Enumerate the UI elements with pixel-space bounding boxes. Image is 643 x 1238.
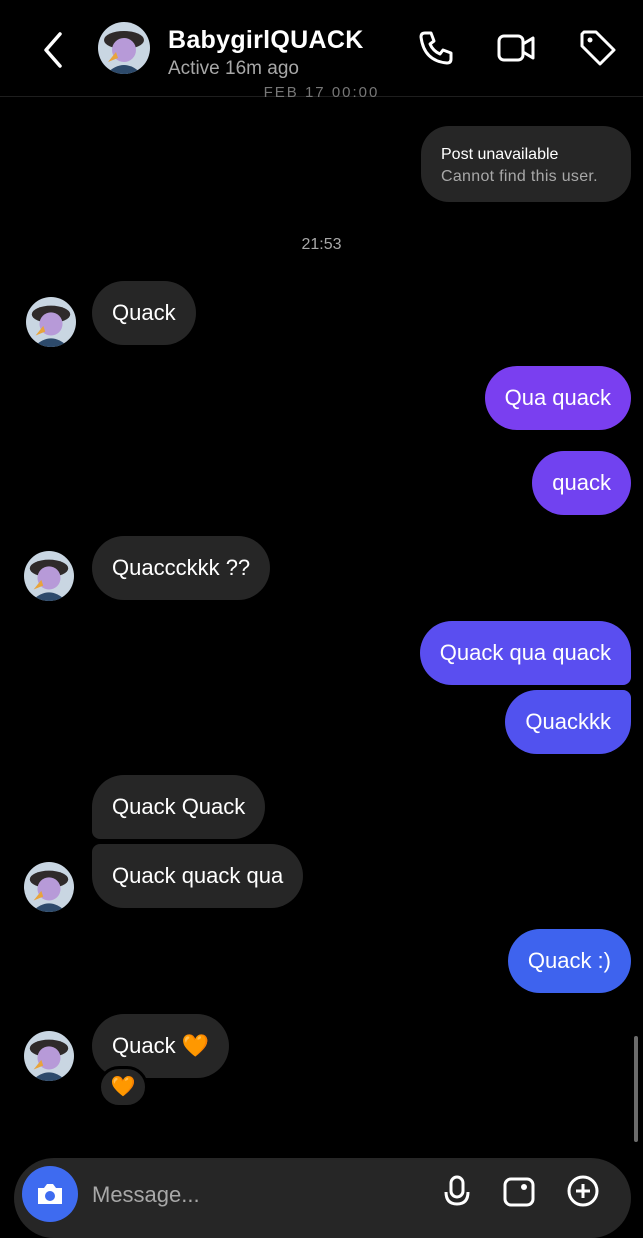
post-card-subtitle: Cannot find this user.: [441, 168, 598, 185]
contact-avatar[interactable]: [98, 22, 150, 74]
sender-avatar[interactable]: [24, 1031, 74, 1081]
chat-header: BabygirlQUACK Active 16m ago: [0, 0, 643, 97]
sender-avatar[interactable]: [24, 551, 74, 601]
camera-button[interactable]: [22, 1166, 78, 1222]
incoming-message[interactable]: Quaccckkk ??: [92, 536, 271, 600]
post-card-title: Post unavailable: [441, 146, 559, 163]
plus-circle-icon[interactable]: [566, 1174, 600, 1208]
phone-icon[interactable]: [416, 28, 456, 68]
video-camera-icon[interactable]: [496, 28, 536, 68]
scrollbar[interactable]: [634, 1036, 638, 1142]
incoming-message[interactable]: Quack Quack: [92, 775, 266, 839]
orange-heart-icon: 🧡: [110, 1076, 136, 1098]
partial-timestamp: FEB 17 00:00: [263, 84, 380, 101]
unavailable-post-card[interactable]: Post unavailable Cannot find this user.: [421, 126, 631, 202]
contact-active-status: Active 16m ago: [168, 58, 299, 79]
message-input[interactable]: Message...: [92, 1182, 200, 1208]
incoming-message[interactable]: Quack quack qua: [92, 844, 304, 908]
outgoing-message[interactable]: quack: [532, 451, 631, 515]
back-chevron-icon[interactable]: [36, 30, 70, 70]
tag-icon[interactable]: [578, 28, 618, 68]
outgoing-message[interactable]: Quack qua quack: [419, 621, 631, 685]
camera-icon: [38, 1184, 62, 1204]
sender-avatar[interactable]: [24, 862, 74, 912]
gallery-icon[interactable]: [502, 1174, 536, 1208]
microphone-icon[interactable]: [440, 1174, 474, 1208]
incoming-message[interactable]: Quack: [92, 281, 196, 345]
outgoing-message[interactable]: Quack :): [507, 929, 631, 993]
sender-avatar[interactable]: [26, 297, 76, 347]
outgoing-message[interactable]: Quackkk: [505, 690, 631, 754]
contact-name[interactable]: BabygirlQUACK: [168, 26, 364, 55]
heart-reaction[interactable]: 🧡: [98, 1066, 148, 1108]
time-separator: 21:53: [301, 236, 342, 253]
outgoing-message[interactable]: Qua quack: [484, 366, 631, 430]
